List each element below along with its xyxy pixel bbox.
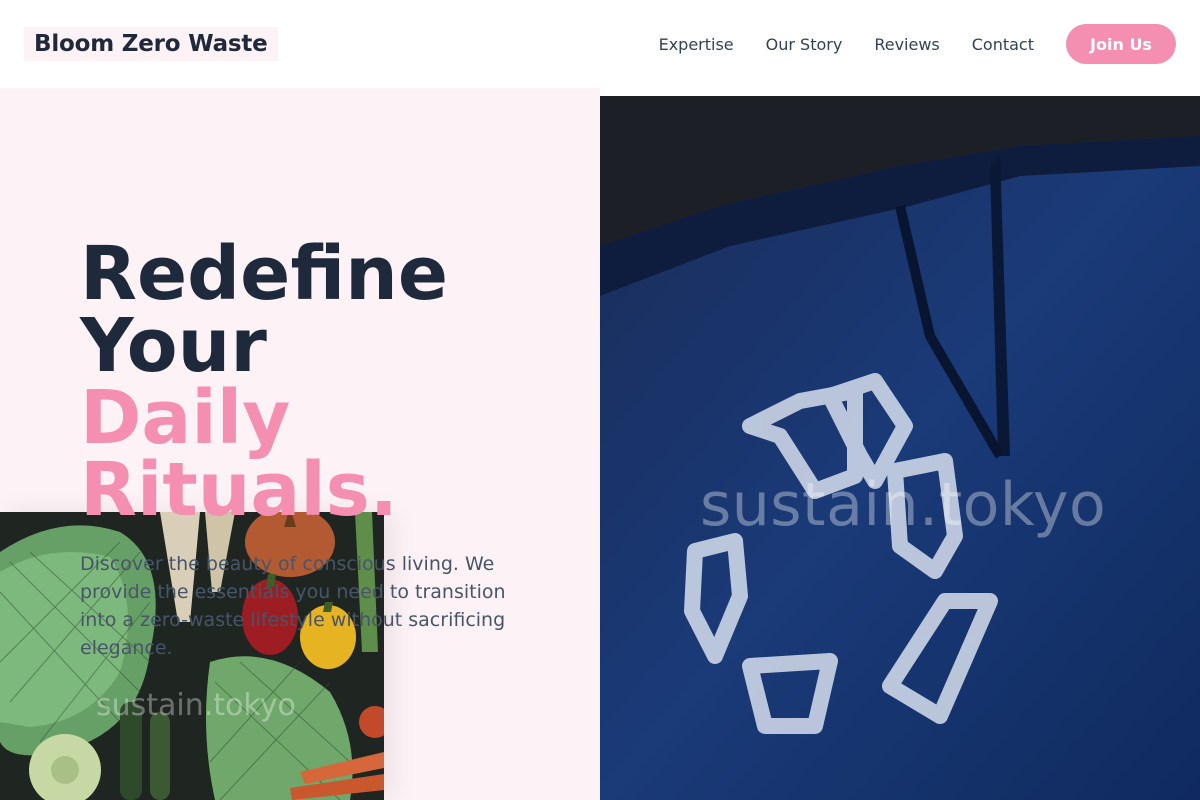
join-us-button[interactable]: Join Us xyxy=(1066,24,1176,64)
recycle-bin-photo xyxy=(600,96,1200,800)
nav-link-contact[interactable]: Contact xyxy=(972,35,1034,54)
hero-title: Redefine Your Daily Rituals. xyxy=(80,231,550,533)
page: Bloom Zero Waste Expertise Our Story Rev… xyxy=(0,0,1200,800)
vegetables-photo-watermark: sustain.tokyo xyxy=(96,688,296,723)
hero-title-line-2: Your xyxy=(80,303,267,389)
hero-title-accent-line-1: Daily xyxy=(80,375,291,461)
hero-title-line-1: Redefine xyxy=(80,231,449,317)
site-logo[interactable]: Bloom Zero Waste xyxy=(24,27,278,61)
main-nav: Expertise Our Story Reviews Contact Join… xyxy=(627,24,1176,64)
hero-description: Discover the beauty of conscious living.… xyxy=(80,553,506,659)
site-header: Bloom Zero Waste Expertise Our Story Rev… xyxy=(0,0,1200,88)
recycle-photo-watermark: sustain.tokyo xyxy=(700,470,1107,540)
hero-title-accent-line-2: Rituals. xyxy=(80,447,398,533)
nav-link-reviews[interactable]: Reviews xyxy=(874,35,939,54)
nav-link-our-story[interactable]: Our Story xyxy=(766,35,843,54)
nav-link-expertise[interactable]: Expertise xyxy=(659,35,734,54)
